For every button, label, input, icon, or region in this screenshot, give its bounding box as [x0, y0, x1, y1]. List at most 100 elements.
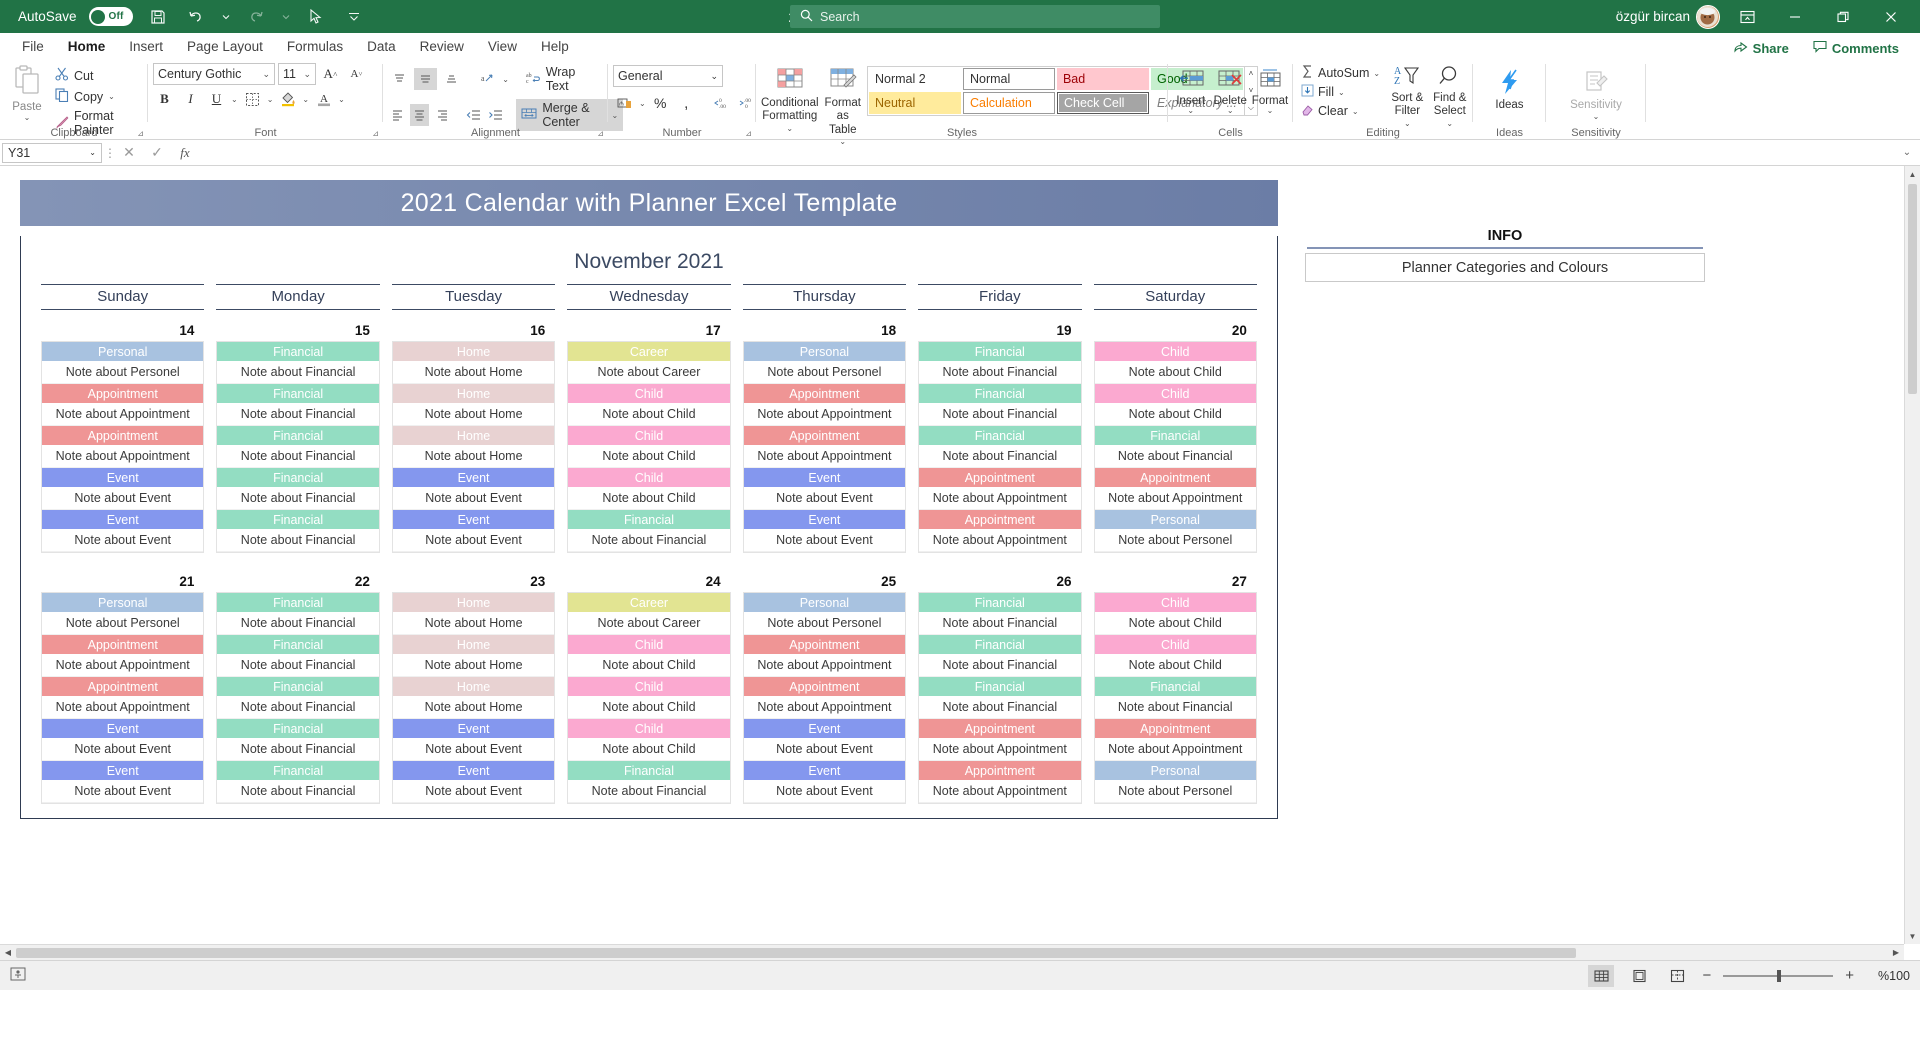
- event-note[interactable]: Note about Event: [392, 780, 555, 803]
- event-note[interactable]: Note about Financial: [217, 780, 379, 803]
- event-category[interactable]: Financial: [217, 510, 379, 529]
- event-category[interactable]: Financial: [217, 384, 379, 403]
- event-category[interactable]: Event: [392, 761, 555, 780]
- align-top-icon[interactable]: [388, 68, 411, 90]
- number-dialog-launcher[interactable]: ⊿: [745, 129, 752, 138]
- event-category[interactable]: Financial: [1094, 426, 1256, 445]
- event-note[interactable]: Note about Financial: [919, 654, 1081, 677]
- event-category[interactable]: Child: [568, 677, 730, 696]
- event-note[interactable]: Note about Event: [743, 529, 906, 552]
- name-box-dropdown-icon[interactable]: ⌄: [89, 148, 96, 157]
- font-dialog-launcher[interactable]: ⊿: [372, 129, 379, 138]
- event-category[interactable]: Financial: [217, 468, 379, 487]
- tab-insert[interactable]: Insert: [117, 36, 175, 58]
- clear-button[interactable]: Clear ⌄: [1298, 102, 1383, 120]
- event-category[interactable]: Financial: [919, 384, 1081, 403]
- event-note[interactable]: Note about Event: [392, 529, 555, 552]
- style-bad[interactable]: Bad: [1056, 68, 1149, 90]
- expand-formula-bar-icon[interactable]: ⌄: [1896, 147, 1918, 158]
- day-cell[interactable]: Personal Note about Personel Appointment No…: [742, 592, 907, 804]
- percent-style-icon[interactable]: %: [649, 92, 672, 114]
- event-category[interactable]: Child: [1094, 342, 1256, 361]
- event-category[interactable]: Appointment: [42, 677, 204, 696]
- paste-dropdown-icon[interactable]: ⌄: [24, 113, 31, 122]
- event-category[interactable]: Event: [743, 719, 906, 738]
- tab-file[interactable]: File: [10, 36, 56, 58]
- event-note[interactable]: Note about Personel: [743, 361, 906, 384]
- undo-dropdown-icon[interactable]: [221, 4, 231, 30]
- day-cell[interactable]: Child Note about Child Child Note about Chi…: [1093, 592, 1257, 804]
- event-category[interactable]: Home: [392, 593, 555, 612]
- event-note[interactable]: Note about Career: [568, 361, 730, 384]
- accessibility-icon[interactable]: [10, 966, 26, 985]
- event-note[interactable]: Note about Financial: [217, 403, 379, 426]
- increase-indent-icon[interactable]: [486, 104, 505, 126]
- vertical-scroll-thumb[interactable]: [1908, 184, 1917, 394]
- event-category[interactable]: Appointment: [42, 635, 204, 654]
- event-note[interactable]: Note about Financial: [217, 529, 379, 552]
- event-category[interactable]: Appointment: [743, 384, 906, 403]
- event-category[interactable]: Home: [392, 384, 555, 403]
- tab-home[interactable]: Home: [56, 36, 118, 58]
- event-category[interactable]: Child: [1094, 384, 1256, 403]
- event-note[interactable]: Note about Financial: [919, 445, 1081, 468]
- copy-dropdown-icon[interactable]: ⌄: [108, 92, 115, 101]
- event-note[interactable]: Note about Appointment: [743, 445, 906, 468]
- tab-page-layout[interactable]: Page Layout: [175, 36, 275, 58]
- copy-button[interactable]: Copy ⌄: [52, 87, 143, 106]
- scroll-up-icon[interactable]: ▲: [1905, 166, 1920, 182]
- style-neutral[interactable]: Neutral: [868, 92, 961, 114]
- increase-decimal-icon[interactable]: .00 0: [735, 92, 758, 114]
- event-category[interactable]: Financial: [919, 342, 1081, 361]
- ribbon-display-options-icon[interactable]: [1726, 0, 1768, 33]
- event-category[interactable]: Home: [392, 426, 555, 445]
- autosum-button[interactable]: AutoSum ⌄: [1298, 64, 1383, 82]
- day-cell[interactable]: Personal Note about Personel Appointment No…: [41, 341, 205, 553]
- sort-and-filter-button[interactable]: AZ Sort & Filter ⌄: [1389, 64, 1425, 128]
- event-category[interactable]: Personal: [743, 342, 906, 361]
- sensitivity-button[interactable]: Sensitivity ⌄: [1558, 69, 1634, 122]
- style-normal[interactable]: Normal: [962, 68, 1055, 90]
- ideas-button[interactable]: Ideas: [1487, 69, 1533, 112]
- event-category[interactable]: Event: [42, 468, 204, 487]
- event-note[interactable]: Note about Home: [392, 696, 555, 719]
- decrease-decimal-icon[interactable]: 0.00: [709, 92, 732, 114]
- number-format-dropdown-icon[interactable]: ⌄: [710, 71, 718, 82]
- enter-icon[interactable]: ✓: [144, 143, 170, 163]
- event-note[interactable]: Note about Event: [743, 780, 906, 803]
- autosave-toggle[interactable]: Off: [88, 7, 133, 26]
- event-category[interactable]: Personal: [743, 593, 906, 612]
- clear-dropdown-icon[interactable]: ⌄: [1352, 107, 1359, 116]
- day-cell[interactable]: Financial Note about Financial Financial No…: [216, 592, 380, 804]
- event-category[interactable]: Child: [1094, 593, 1256, 612]
- event-category[interactable]: Event: [42, 761, 204, 780]
- event-category[interactable]: Appointment: [919, 468, 1081, 487]
- event-category[interactable]: Career: [568, 342, 730, 361]
- event-note[interactable]: Note about Event: [392, 738, 555, 761]
- event-category[interactable]: Appointment: [743, 426, 906, 445]
- event-note[interactable]: Note about Child: [1094, 361, 1256, 384]
- event-note[interactable]: Note about Child: [1094, 654, 1256, 677]
- event-note[interactable]: Note about Financial: [919, 361, 1081, 384]
- cut-button[interactable]: Cut: [52, 66, 143, 85]
- horizontal-scroll-thumb[interactable]: [16, 947, 1576, 958]
- zoom-out-button[interactable]: −: [1702, 967, 1711, 984]
- event-category[interactable]: Appointment: [42, 384, 204, 403]
- name-box[interactable]: Y31 ⌄: [2, 142, 102, 163]
- event-note[interactable]: Note about Appointment: [1094, 738, 1256, 761]
- event-category[interactable]: Home: [392, 677, 555, 696]
- redo-icon[interactable]: [243, 4, 269, 30]
- orientation-icon[interactable]: a: [476, 68, 499, 90]
- borders-dropdown-icon[interactable]: ⌄: [267, 95, 274, 104]
- minimize-icon[interactable]: [1774, 0, 1816, 33]
- event-category[interactable]: Financial: [919, 593, 1081, 612]
- event-note[interactable]: Note about Home: [392, 403, 555, 426]
- event-note[interactable]: Note about Event: [743, 487, 906, 510]
- worksheet-canvas[interactable]: 2021 Calendar with Planner Excel Templat…: [0, 166, 1904, 944]
- scroll-right-icon[interactable]: ▶: [1888, 948, 1904, 957]
- event-note[interactable]: Note about Financial: [217, 487, 379, 510]
- event-note[interactable]: Note about Child: [568, 738, 730, 761]
- tab-help[interactable]: Help: [529, 36, 581, 58]
- event-note[interactable]: Note about Event: [42, 487, 204, 510]
- event-note[interactable]: Note about Appointment: [1094, 487, 1256, 510]
